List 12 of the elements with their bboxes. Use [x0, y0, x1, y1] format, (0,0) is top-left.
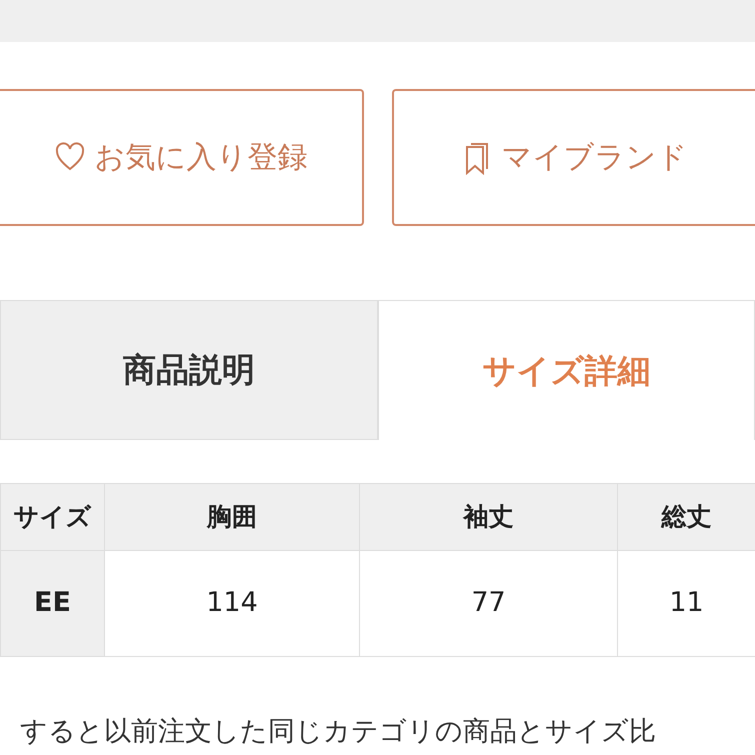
register-button[interactable]: お気に入り登録 — [0, 89, 364, 226]
tab[interactable]: サイズ詳細 — [378, 300, 755, 440]
column-header: 総丈 — [618, 484, 755, 550]
note-text: すると以前注文した同じカテゴリの商品とサイズ比 — [20, 715, 657, 749]
table-cell: EE — [0, 550, 104, 656]
column-header: 袖丈 — [360, 484, 618, 550]
tab[interactable]: 商品説明 — [0, 300, 378, 440]
table-cell: 77 — [360, 550, 618, 656]
column-header: サイズ — [0, 484, 104, 550]
table-cell: 114 — [104, 550, 360, 656]
column-header: 胸囲 — [104, 484, 360, 550]
register-button[interactable]: マイブランド — [392, 89, 755, 226]
